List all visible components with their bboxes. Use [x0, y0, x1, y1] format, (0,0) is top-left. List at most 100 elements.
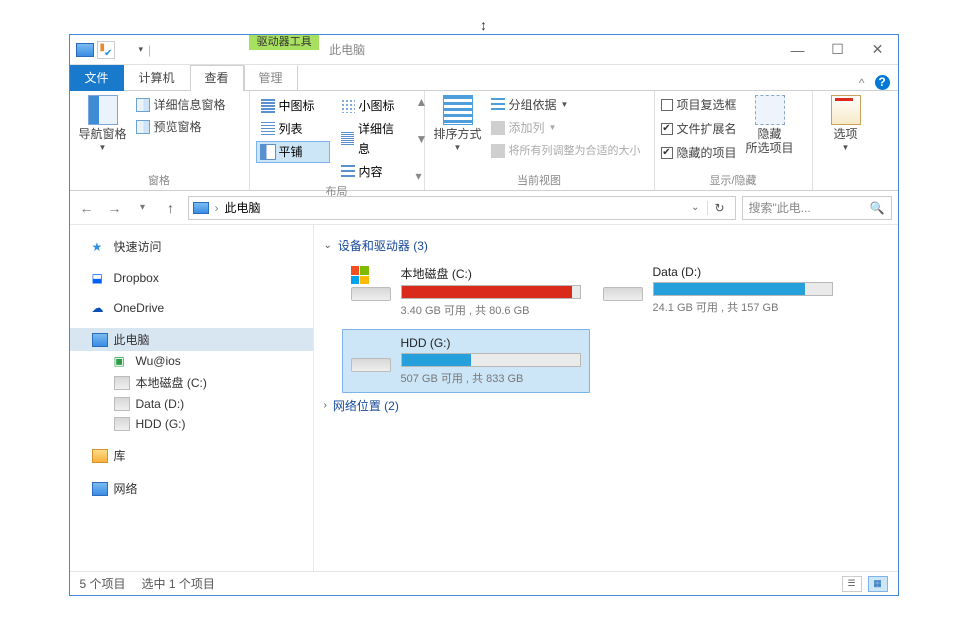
drive-stats: 24.1 GB 可用 , 共 157 GB — [653, 299, 833, 315]
group-label-panes: 窗格 — [76, 172, 243, 190]
title-bar: ▮ ✔ ▾ | 驱动器工具 此电脑 — ☐ ✕ — [70, 35, 898, 65]
tree-quick-access[interactable]: ★快速访问 — [70, 235, 313, 258]
tree-label: Data (D:) — [136, 397, 185, 411]
breadcrumb-location[interactable]: 此电脑 — [225, 199, 261, 216]
system-icon[interactable] — [76, 43, 94, 57]
tree-local-c[interactable]: 本地磁盘 (C:) — [70, 371, 313, 394]
search-placeholder: 搜索"此电... — [749, 199, 811, 216]
windows-logo-icon — [351, 266, 369, 284]
usage-bar — [401, 285, 581, 299]
tree-this-pc[interactable]: 此电脑 — [70, 328, 313, 351]
search-input[interactable]: 搜索"此电... 🔍 — [742, 196, 892, 220]
drive-name: Data (D:) — [653, 265, 833, 279]
layout-small-button[interactable]: 小图标 — [336, 95, 410, 117]
file-ext-toggle[interactable]: ✔文件扩展名 — [661, 119, 737, 139]
hide-selected-button[interactable]: 隐藏 所选项目 — [743, 95, 797, 172]
sort-by-button[interactable]: 排序方式 ▼ — [431, 95, 485, 172]
item-checkboxes-label: 项目复选框 — [677, 95, 737, 115]
medium-icons-icon — [261, 99, 275, 113]
tiles-icon — [261, 145, 275, 159]
nav-pane-button[interactable]: 导航窗格 ▼ — [76, 95, 130, 172]
up-button[interactable]: ↑ — [160, 197, 182, 219]
view-tiles-button[interactable]: ▦ — [868, 576, 888, 592]
tab-manage[interactable]: 管理 — [244, 65, 298, 91]
tree-dropbox[interactable]: ⬓Dropbox — [70, 268, 313, 288]
section-title: 网络位置 (2) — [333, 397, 399, 414]
tree-libraries[interactable]: 库 — [70, 444, 313, 467]
quick-access-toolbar: ▮ ✔ ▾ | — [70, 35, 160, 64]
refresh-button[interactable]: ↻ — [707, 201, 730, 215]
resize-handle-icon[interactable]: ↕ — [480, 17, 487, 33]
layout-medium-button[interactable]: 中图标 — [256, 95, 330, 117]
qat-dropdown-icon[interactable]: ▾ — [139, 44, 144, 55]
drive-icon — [114, 397, 130, 411]
hidden-items-label: 隐藏的项目 — [677, 143, 737, 163]
item-checkboxes-toggle[interactable]: 项目复选框 — [661, 95, 737, 115]
contextual-tab-group: 驱动器工具 — [249, 35, 319, 64]
navigation-tree[interactable]: ★快速访问 ⬓Dropbox ☁OneDrive 此电脑 ▣Wu@ios 本地磁… — [70, 225, 314, 571]
checkbox-icon: ✔ — [661, 147, 673, 159]
options-icon — [831, 95, 861, 125]
view-details-button[interactable]: ☰ — [842, 576, 862, 592]
close-button[interactable]: ✕ — [858, 35, 898, 64]
sort-by-label: 排序方式 — [433, 127, 481, 141]
add-columns-button: 添加列 ▼ — [491, 118, 641, 138]
tree-hdd-g[interactable]: HDD (G:) — [70, 414, 313, 434]
tab-view[interactable]: 查看 — [190, 65, 244, 91]
help-icon[interactable]: ? — [875, 75, 890, 90]
tree-wu-ios[interactable]: ▣Wu@ios — [70, 351, 313, 371]
layout-list-button[interactable]: 列表 — [256, 118, 330, 140]
device-icon: ▣ — [114, 354, 130, 368]
dropbox-icon: ⬓ — [92, 271, 108, 285]
details-pane-button[interactable]: 详细信息窗格 — [136, 95, 226, 115]
chevron-down-icon: ⌄ — [324, 240, 332, 251]
tree-label: 此电脑 — [114, 331, 150, 348]
tree-network[interactable]: 网络 — [70, 477, 313, 500]
group-by-button[interactable]: 分组依据 ▼ — [491, 95, 641, 115]
breadcrumb-separator-icon: › — [215, 201, 219, 215]
pc-icon — [193, 202, 209, 214]
back-button[interactable]: ← — [76, 197, 98, 219]
layout-details-label: 详细信息 — [358, 119, 404, 159]
folder-icon — [92, 449, 108, 463]
preview-pane-button[interactable]: 预览窗格 — [136, 117, 226, 137]
layout-details-button[interactable]: 详细信息 — [336, 118, 410, 160]
layout-small-label: 小图标 — [359, 96, 395, 116]
maximize-button[interactable]: ☐ — [818, 35, 858, 64]
forward-button[interactable]: → — [104, 197, 126, 219]
group-label-options — [819, 172, 873, 190]
drive-item[interactable]: HDD (G:)507 GB 可用 , 共 833 GB — [342, 329, 590, 393]
tree-onedrive[interactable]: ☁OneDrive — [70, 298, 313, 318]
ribbon-group-panes: 导航窗格 ▼ 详细信息窗格 预览窗格 窗格 — [70, 91, 250, 190]
drive-stats: 507 GB 可用 , 共 833 GB — [401, 370, 581, 386]
recent-locations-icon[interactable]: ▾ — [132, 197, 154, 219]
hide-icon — [755, 95, 785, 125]
tab-file[interactable]: 文件 — [70, 65, 124, 91]
options-button[interactable]: 选项 ▼ — [819, 95, 873, 172]
group-by-label: 分组依据 — [509, 95, 557, 115]
drive-icon — [603, 265, 643, 301]
qat-button[interactable] — [118, 41, 136, 59]
hidden-items-toggle[interactable]: ✔ 隐藏的项目 — [661, 143, 737, 163]
ribbon-group-layout: 中图标 列表 平铺 小图标 详细信息 内容 ▲ ▼ ▾ 布局 — [250, 91, 425, 190]
options-label: 选项 — [833, 127, 857, 141]
layout-tiles-button[interactable]: 平铺 — [256, 141, 330, 163]
address-bar[interactable]: › 此电脑 ⌄ ↻ — [188, 196, 736, 220]
section-header-drives[interactable]: ⌄ 设备和驱动器 (3) — [324, 233, 888, 258]
ribbon-collapse-icon[interactable]: ^ — [859, 76, 865, 90]
tree-data-d[interactable]: Data (D:) — [70, 394, 313, 414]
drive-item[interactable]: 本地磁盘 (C:)3.40 GB 可用 , 共 80.6 GB — [342, 258, 590, 325]
layout-content-button[interactable]: 内容 — [336, 161, 410, 183]
tab-computer[interactable]: 计算机 — [124, 65, 190, 91]
address-dropdown-icon[interactable]: ⌄ — [685, 202, 705, 213]
ribbon: 导航窗格 ▼ 详细信息窗格 预览窗格 窗格 — [70, 91, 898, 191]
tree-label: OneDrive — [114, 301, 165, 315]
usage-bar — [653, 282, 833, 296]
minimize-button[interactable]: — — [778, 35, 818, 64]
drive-item[interactable]: Data (D:) 24.1 GB 可用 , 共 157 GB — [594, 258, 842, 325]
section-header-network[interactable]: › 网络位置 (2) — [324, 393, 888, 418]
body: ★快速访问 ⬓Dropbox ☁OneDrive 此电脑 ▣Wu@ios 本地磁… — [70, 225, 898, 571]
qat-button[interactable]: ▮ ✔ — [97, 41, 115, 59]
sort-icon — [443, 95, 473, 125]
details-view-icon: ☰ — [847, 578, 855, 589]
